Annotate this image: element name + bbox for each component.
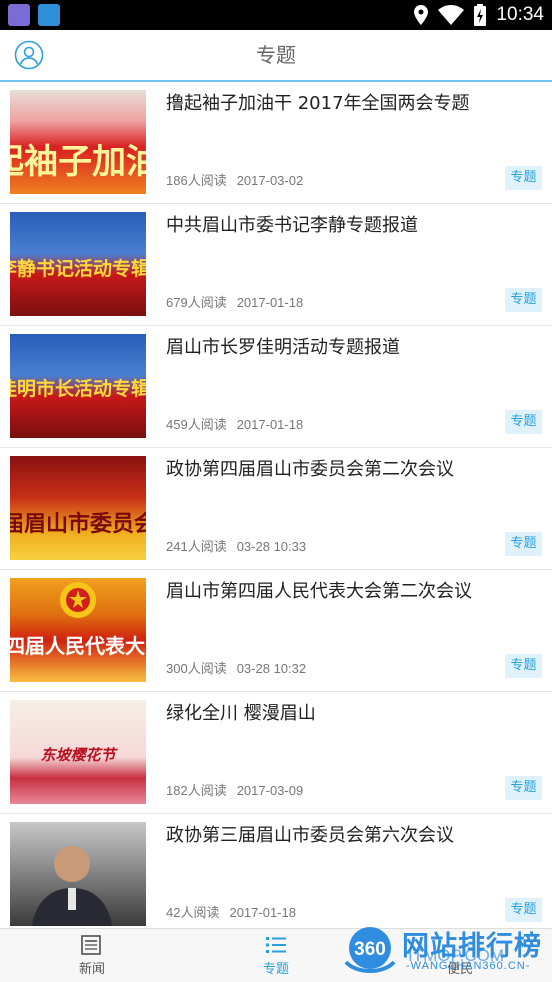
360-logo-icon: 360 bbox=[344, 927, 396, 973]
topic-meta: 241人阅读 03-28 10:33 bbox=[166, 536, 306, 555]
notification-app-icon bbox=[38, 4, 60, 26]
topic-title: 眉山市第四届人民代表大会第二次会议 bbox=[166, 581, 472, 602]
wifi-icon bbox=[438, 5, 465, 25]
topic-meta: 186人阅读 2017-03-02 bbox=[166, 170, 303, 189]
topic-thumbnail: 起袖子加油 bbox=[10, 90, 146, 194]
read-count: 241人阅读 bbox=[166, 539, 227, 554]
topic-thumbnail: 李静书记活动专辑 bbox=[10, 212, 146, 316]
topic-meta: 300人阅读 03-28 10:32 bbox=[166, 658, 306, 677]
topic-list[interactable]: 起袖子加油 撸起袖子加油干 2017年全国两会专题 186人阅读 2017-03-… bbox=[0, 82, 552, 928]
topic-title: 撸起袖子加油干 2017年全国两会专题 bbox=[166, 93, 470, 114]
topic-tag-badge: 专题 bbox=[505, 410, 542, 434]
nav-tab-topics[interactable]: 专题 bbox=[216, 929, 336, 982]
list-icon bbox=[266, 937, 286, 953]
topic-list-item[interactable]: 政协第三届眉山市委员会第六次会议 42人阅读 2017-01-18 专题 bbox=[0, 814, 552, 928]
read-count: 42人阅读 bbox=[166, 905, 220, 920]
read-count: 182人阅读 bbox=[166, 783, 227, 798]
topic-tag-badge: 专题 bbox=[505, 898, 542, 922]
topic-meta: 679人阅读 2017-01-18 bbox=[166, 292, 303, 311]
thumbnail-caption: 李静书记活动专辑 bbox=[10, 258, 146, 280]
topic-title: 绿化全川 樱漫眉山 bbox=[166, 703, 316, 724]
topic-tag-badge: 专题 bbox=[505, 654, 542, 678]
topic-list-item[interactable]: 届眉山市委员会 政协第四届眉山市委员会第二次会议 241人阅读 03-28 10:… bbox=[0, 448, 552, 570]
status-bar: 10:34 bbox=[0, 0, 552, 30]
topic-title: 政协第四届眉山市委员会第二次会议 bbox=[166, 459, 454, 480]
topic-title: 中共眉山市委书记李静专题报道 bbox=[166, 215, 418, 236]
topic-meta: 42人阅读 2017-01-18 bbox=[166, 902, 296, 921]
topic-date: 2017-03-09 bbox=[236, 783, 304, 798]
topic-thumbnail: 东坡樱花节 bbox=[10, 700, 146, 804]
read-count: 679人阅读 bbox=[166, 295, 227, 310]
nav-tab-news[interactable]: 新闻 bbox=[32, 929, 152, 982]
topic-thumbnail: 四届人民代表大 bbox=[10, 578, 146, 682]
watermark: 360 网站排行榜 ITMOP.COM -WANGZHAN360.CN- bbox=[340, 920, 552, 982]
topic-date: 2017-01-18 bbox=[236, 417, 304, 432]
thumbnail-caption: 佳明市长活动专辑 bbox=[10, 378, 146, 400]
topic-list-item[interactable]: 李静书记活动专辑 中共眉山市委书记李静专题报道 679人阅读 2017-01-18… bbox=[0, 204, 552, 326]
read-count: 186人阅读 bbox=[166, 173, 227, 188]
national-emblem-icon bbox=[60, 582, 96, 618]
status-time: 10:34 bbox=[496, 4, 544, 25]
read-count: 300人阅读 bbox=[166, 661, 227, 676]
topic-list-item[interactable]: 起袖子加油 撸起袖子加油干 2017年全国两会专题 186人阅读 2017-03-… bbox=[0, 82, 552, 204]
topic-list-item[interactable]: 东坡樱花节 绿化全川 樱漫眉山 182人阅读 2017-03-09 专题 bbox=[0, 692, 552, 814]
svg-text:360: 360 bbox=[354, 939, 386, 960]
topic-title: 政协第三届眉山市委员会第六次会议 bbox=[166, 825, 454, 846]
thumbnail-caption: 东坡樱花节 bbox=[40, 746, 116, 764]
nav-tab-label: 新闻 bbox=[78, 962, 105, 977]
topic-date: 03-28 10:32 bbox=[236, 661, 307, 676]
topic-date: 03-28 10:33 bbox=[236, 539, 307, 554]
nav-tab-label: 专题 bbox=[262, 962, 289, 977]
topic-meta: 459人阅读 2017-01-18 bbox=[166, 414, 303, 433]
thumbnail-caption: 四届人民代表大 bbox=[10, 634, 145, 658]
topic-meta: 182人阅读 2017-03-09 bbox=[166, 780, 303, 799]
topic-title: 眉山市长罗佳明活动专题报道 bbox=[166, 337, 400, 358]
newspaper-icon bbox=[81, 935, 101, 955]
topic-tag-badge: 专题 bbox=[505, 166, 542, 190]
notification-app-icon bbox=[8, 4, 30, 26]
topic-tag-badge: 专题 bbox=[505, 776, 542, 800]
topic-date: 2017-03-02 bbox=[236, 173, 304, 188]
topic-list-item[interactable]: 四届人民代表大 眉山市第四届人民代表大会第二次会议 300人阅读 03-28 10… bbox=[0, 570, 552, 692]
location-icon bbox=[414, 5, 429, 25]
topic-tag-badge: 专题 bbox=[505, 532, 542, 556]
topic-thumbnail: 届眉山市委员会 bbox=[10, 456, 146, 560]
page-title: 专题 bbox=[256, 43, 296, 67]
topic-list-item[interactable]: 佳明市长活动专辑 眉山市长罗佳明活动专题报道 459人阅读2017-01-18 … bbox=[0, 326, 552, 448]
app-header: 专题 bbox=[0, 30, 552, 82]
topic-thumbnail: 佳明市长活动专辑 bbox=[10, 334, 146, 438]
battery-icon bbox=[474, 4, 487, 26]
topic-thumbnail bbox=[10, 822, 146, 926]
speaker-photo bbox=[32, 846, 112, 926]
thumbnail-caption: 起袖子加油 bbox=[10, 142, 146, 182]
topic-date: 2017-01-18 bbox=[236, 295, 304, 310]
topic-tag-badge: 专题 bbox=[505, 288, 542, 312]
status-indicators: 10:34 bbox=[414, 0, 544, 30]
thumbnail-caption: 届眉山市委员会 bbox=[10, 512, 146, 537]
read-count: 459人阅读 bbox=[166, 417, 227, 432]
topic-date: 2017-01-18 bbox=[229, 905, 296, 920]
watermark-subtitle: -WANGZHAN360.CN- bbox=[406, 960, 531, 972]
